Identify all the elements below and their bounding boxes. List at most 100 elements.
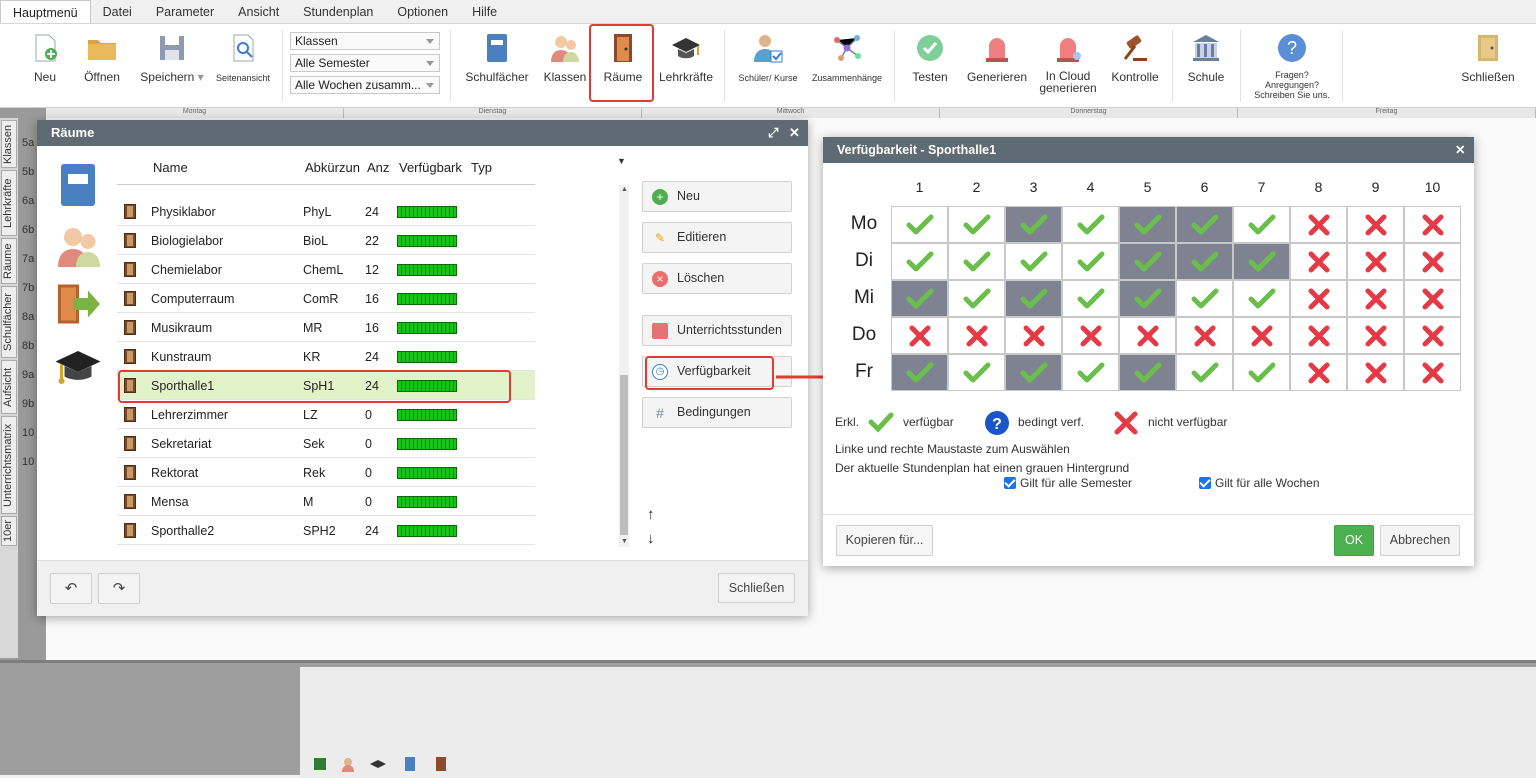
menu-optionen[interactable]: Optionen — [385, 0, 460, 23]
availability-cell[interactable] — [1005, 206, 1062, 243]
neu-room-button[interactable]: + Neu — [642, 181, 792, 212]
table-row[interactable]: Rektorat Rek 0 — [117, 458, 535, 487]
menu-datei[interactable]: Datei — [91, 0, 144, 23]
availability-cell[interactable] — [1404, 354, 1461, 391]
oeffnen-button[interactable]: Öffnen — [82, 32, 122, 84]
move-up-icon[interactable]: ↑ — [647, 506, 655, 523]
bedingungen-button[interactable]: # Bedingungen — [642, 397, 792, 428]
column-menu-icon[interactable]: ▼ — [617, 156, 626, 166]
move-down-icon[interactable]: ↓ — [647, 530, 655, 547]
cloud-generieren-button[interactable]: In Cloud generieren — [1036, 32, 1100, 94]
close-icon[interactable]: ✕ — [1455, 137, 1465, 163]
loeschen-button[interactable]: × Löschen — [642, 263, 792, 294]
semester-dropdown[interactable]: Alle Semester — [290, 54, 440, 72]
vtab-aufsicht[interactable]: Aufsicht — [1, 360, 17, 414]
availability-cell[interactable] — [1119, 354, 1176, 391]
availability-cell[interactable] — [1290, 317, 1347, 354]
redo-button[interactable]: ↷ — [98, 573, 140, 604]
category-cap-icon[interactable] — [53, 348, 103, 390]
availability-cell[interactable] — [1347, 280, 1404, 317]
availability-cell[interactable] — [1347, 206, 1404, 243]
menu-parameter[interactable]: Parameter — [144, 0, 226, 23]
availability-cell[interactable] — [1005, 280, 1062, 317]
availability-cell[interactable] — [1062, 206, 1119, 243]
table-row[interactable]: Sekretariat Sek 0 — [117, 429, 535, 458]
availability-cell[interactable] — [948, 280, 1005, 317]
col-header-anzahl[interactable]: Anz — [367, 160, 389, 175]
period-header[interactable]: 6 — [1176, 179, 1233, 195]
menu-stundenplan[interactable]: Stundenplan — [291, 0, 385, 23]
availability-cell[interactable] — [1347, 354, 1404, 391]
table-row[interactable]: Mensa M 0 — [117, 487, 535, 516]
period-header[interactable]: 4 — [1062, 179, 1119, 195]
availability-cell[interactable] — [1119, 317, 1176, 354]
editieren-button[interactable]: ✎ Editieren — [642, 222, 792, 253]
availability-cell[interactable] — [1062, 354, 1119, 391]
menu-ansicht[interactable]: Ansicht — [226, 0, 291, 23]
availability-cell[interactable] — [948, 243, 1005, 280]
availability-cell[interactable] — [1176, 280, 1233, 317]
menu-hilfe[interactable]: Hilfe — [460, 0, 509, 23]
table-row[interactable]: Sporthalle2 SPH2 24 — [117, 516, 535, 545]
zusammenhaenge-button[interactable]: Zusammenhänge — [810, 32, 884, 84]
availability-cell[interactable] — [1233, 317, 1290, 354]
checkbox-alle-semester[interactable]: Gilt für alle Semester — [1004, 476, 1132, 490]
table-row[interactable]: Lehrerzimmer LZ 0 — [117, 400, 535, 429]
availability-cell[interactable] — [891, 280, 948, 317]
availability-cell[interactable] — [1404, 280, 1461, 317]
close-icon[interactable]: ✕ — [789, 120, 800, 146]
availability-cell[interactable] — [948, 206, 1005, 243]
vtab-lehrkraefte[interactable]: Lehrkräfte — [1, 170, 17, 236]
availability-cell[interactable] — [891, 354, 948, 391]
availability-cell[interactable] — [1290, 243, 1347, 280]
availability-cell[interactable] — [1290, 280, 1347, 317]
availability-cell[interactable] — [1119, 280, 1176, 317]
availability-cell[interactable] — [1062, 280, 1119, 317]
tray-board-icon[interactable] — [314, 758, 326, 770]
vtab-klassen[interactable]: Klassen — [1, 120, 17, 168]
category-door-arrow-icon[interactable] — [55, 280, 103, 328]
undo-button[interactable]: ↶ — [50, 573, 92, 604]
table-row[interactable]: Chemielabor ChemL 12 — [117, 255, 535, 284]
schule-button[interactable]: Schule — [1182, 32, 1230, 84]
availability-cell[interactable] — [1290, 206, 1347, 243]
vtab-raeume[interactable]: Räume — [1, 238, 17, 284]
tray-book-icon[interactable] — [405, 757, 415, 771]
scroll-down-icon[interactable]: ▼ — [621, 538, 628, 545]
availability-cell[interactable] — [1119, 243, 1176, 280]
availability-cell[interactable] — [1404, 317, 1461, 354]
availability-cell[interactable] — [1176, 206, 1233, 243]
period-header[interactable]: 7 — [1233, 179, 1290, 195]
rooms-scrollbar[interactable] — [619, 185, 629, 547]
availability-cell[interactable] — [1005, 317, 1062, 354]
availability-cell[interactable] — [1062, 243, 1119, 280]
period-header[interactable]: 10 — [1404, 179, 1461, 195]
availability-cell[interactable] — [1290, 354, 1347, 391]
table-row[interactable]: Musikraum MR 16 — [117, 313, 535, 342]
availability-cell[interactable] — [1119, 206, 1176, 243]
menu-hauptmenue[interactable]: Hauptmenü — [0, 0, 91, 23]
category-people-icon[interactable] — [55, 222, 103, 270]
schulfaecher-button[interactable]: Schulfächer — [464, 32, 530, 84]
ok-button[interactable]: OK — [1334, 525, 1374, 556]
wochen-dropdown[interactable]: Alle Wochen zusamm... — [290, 76, 440, 94]
lehrkraefte-button[interactable]: Lehrkräfte — [656, 32, 716, 84]
tray-cap-icon[interactable] — [370, 760, 386, 768]
seitenansicht-button[interactable]: Seitenansicht — [214, 32, 272, 84]
availability-cell[interactable] — [1233, 280, 1290, 317]
availability-cell[interactable] — [1176, 243, 1233, 280]
availability-cell[interactable] — [1062, 317, 1119, 354]
schueler-kurse-button[interactable]: Schüler/ Kurse — [736, 32, 800, 84]
table-row[interactable]: Kunstraum KR 24 — [117, 342, 535, 371]
testen-button[interactable]: Testen — [908, 32, 952, 84]
availability-cell[interactable] — [948, 354, 1005, 391]
scroll-up-icon[interactable]: ▲ — [621, 186, 628, 193]
table-row[interactable]: Biologielabor BioL 22 — [117, 226, 535, 255]
vtab-schulfaecher[interactable]: Schulfächer — [1, 286, 17, 358]
availability-cell[interactable] — [1404, 206, 1461, 243]
availability-cell[interactable] — [948, 317, 1005, 354]
klassen-button[interactable]: Klassen — [542, 32, 588, 84]
day-label[interactable]: Mi — [839, 287, 889, 309]
availability-cell[interactable] — [1176, 354, 1233, 391]
abbrechen-button[interactable]: Abbrechen — [1380, 525, 1460, 556]
